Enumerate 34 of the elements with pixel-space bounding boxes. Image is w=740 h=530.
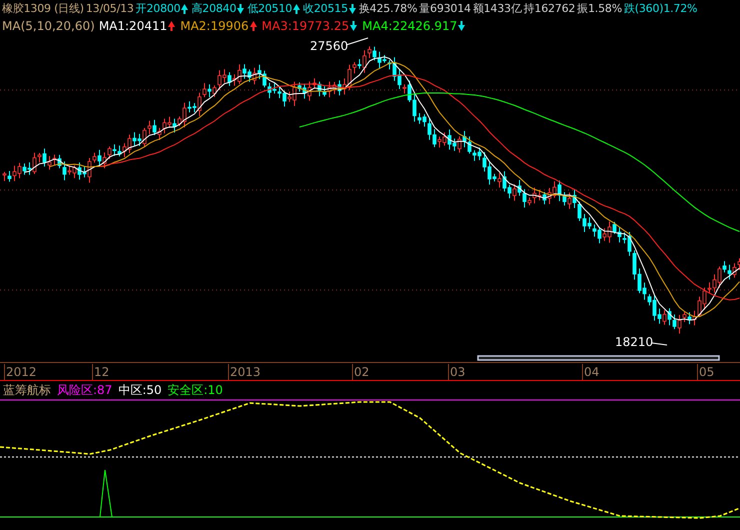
price-text: 低20510 xyxy=(247,0,292,16)
date-axis-label: 2013 xyxy=(228,364,261,380)
contract-title: 橡胶1309 (日线) xyxy=(2,0,84,16)
indicator-name: 蓝筹航标 xyxy=(3,382,51,398)
price-text: 高20840 xyxy=(191,0,236,16)
stat-text: 振1.58% xyxy=(577,0,622,16)
date-axis-label: 02 xyxy=(352,364,370,380)
ma-value-text: MA3:19773.25 xyxy=(262,18,350,34)
stat-text: 持162762 xyxy=(524,0,576,16)
stat-text: 量693014 xyxy=(419,0,471,16)
date-axis-label: 04 xyxy=(582,364,600,380)
change-text: 跌(360)1.72% xyxy=(624,0,698,16)
ma-value-text: MA4:22426.917 xyxy=(362,18,458,34)
date-axis-label: 05 xyxy=(697,364,714,380)
date-axis-label: 12 xyxy=(92,364,110,380)
date-axis-label: 03 xyxy=(448,364,466,380)
date-axis-label: 2012 xyxy=(4,364,37,380)
low-price-label: 18210 xyxy=(615,335,654,349)
date-text: 13/05/13 xyxy=(86,0,134,16)
signal-spike xyxy=(100,470,112,518)
ma-label: MA(5,10,20,60) xyxy=(2,18,95,34)
zone-label: 安全区:10 xyxy=(168,382,223,398)
ma-value-text: MA2:19906 xyxy=(180,18,249,34)
high-price-label: 27560 xyxy=(310,39,348,53)
ma-value-text: MA1:20411 xyxy=(98,18,168,34)
leader-line xyxy=(652,342,668,346)
zone-label: 中区:50 xyxy=(118,382,162,398)
leader-line xyxy=(346,38,368,46)
price-text: 开20800 xyxy=(136,0,180,16)
stat-text: 换425.78% xyxy=(358,0,418,16)
zone-label: 风险区:87 xyxy=(57,382,112,398)
scrollbar[interactable] xyxy=(477,355,720,361)
price-text: 收20515 xyxy=(303,0,348,16)
stat-text: 额1433亿 xyxy=(472,0,522,16)
